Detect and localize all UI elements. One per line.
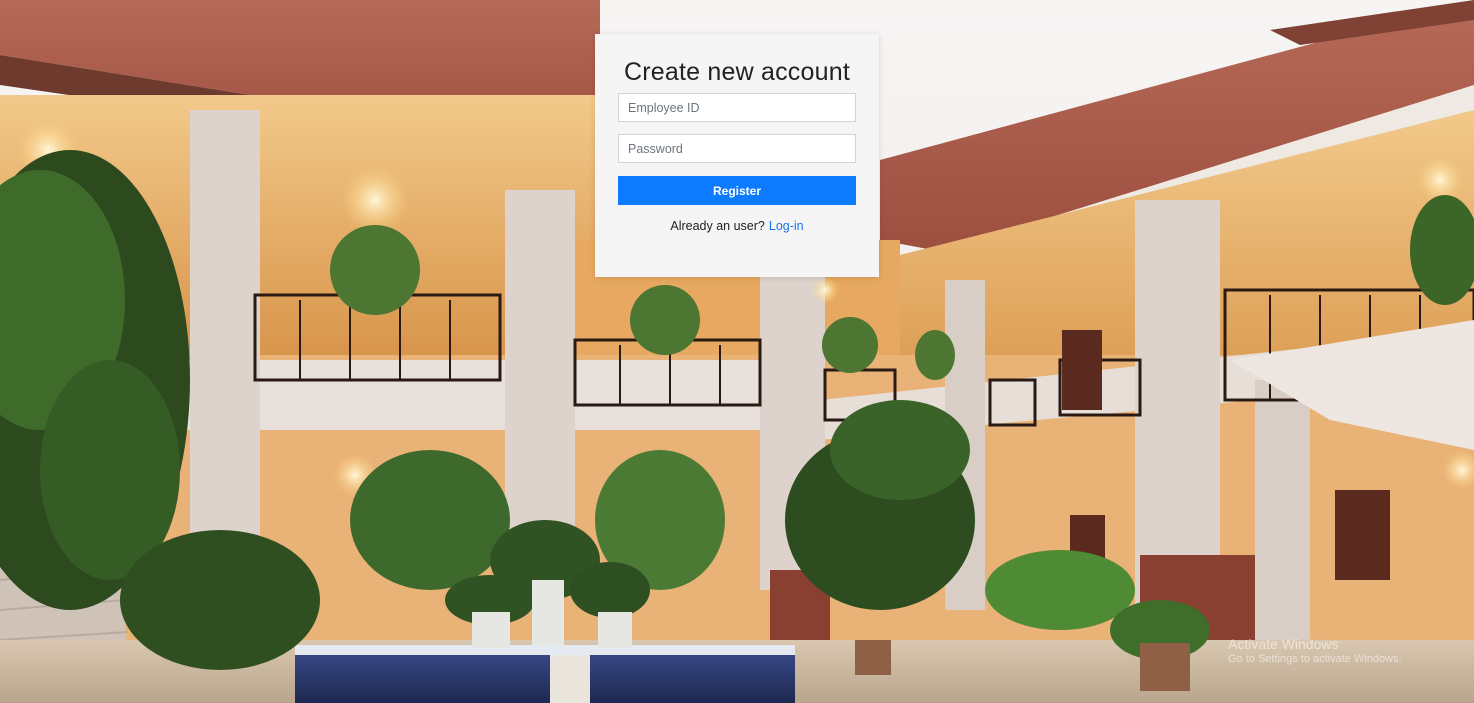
login-link[interactable]: Log-in xyxy=(769,219,804,233)
watermark-subtitle: Go to Settings to activate Windows. xyxy=(1228,653,1402,665)
login-prompt: Already an user? Log-in xyxy=(595,219,879,233)
password-input[interactable] xyxy=(618,134,856,163)
already-user-text: Already an user? xyxy=(670,219,765,233)
page-title: Create new account xyxy=(624,58,850,86)
register-button[interactable]: Register xyxy=(618,176,856,205)
register-card: Create new account Register Already an u… xyxy=(595,34,879,277)
windows-activation-watermark: Activate Windows Go to Settings to activ… xyxy=(1228,636,1402,665)
employee-id-input[interactable] xyxy=(618,93,856,122)
watermark-title: Activate Windows xyxy=(1228,636,1339,652)
